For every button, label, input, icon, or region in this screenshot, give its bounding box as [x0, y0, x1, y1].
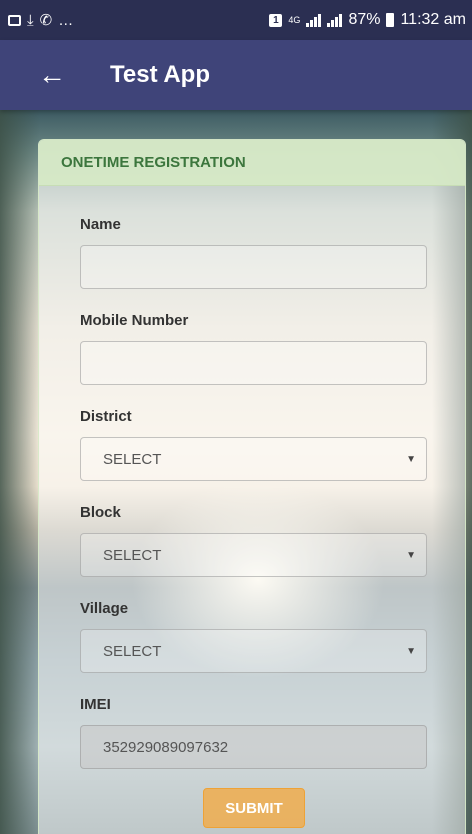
- app-screen: ⤓ ✆ … 1 4G 87% 11:32 am ← Test App ONETI…: [0, 0, 472, 834]
- mobile-input[interactable]: [80, 341, 427, 385]
- signal-icon: [306, 13, 322, 27]
- block-label: Block: [80, 504, 121, 521]
- app-bar: ← Test App: [0, 40, 472, 110]
- imei-label: IMEI: [80, 696, 111, 713]
- clock: 11:32 am: [400, 11, 466, 28]
- chevron-down-icon: ▼: [406, 453, 416, 465]
- submit-button[interactable]: SUBMIT: [203, 788, 305, 828]
- download-icon: ⤓: [27, 11, 34, 29]
- back-arrow-icon[interactable]: ←: [38, 61, 68, 89]
- block-select[interactable]: SELECT ▼: [80, 533, 427, 577]
- system-icons: 1 4G 87% 11:32 am: [269, 11, 466, 29]
- name-label: Name: [80, 216, 121, 233]
- image-icon: [8, 14, 21, 26]
- network-type: 4G: [288, 14, 301, 25]
- status-bar: ⤓ ✆ … 1 4G 87% 11:32 am: [0, 0, 472, 40]
- block-selected: SELECT: [103, 546, 162, 564]
- more-notifications-icon: …: [58, 11, 74, 29]
- card-header: ONETIME REGISTRATION: [39, 140, 465, 186]
- name-input[interactable]: [80, 245, 427, 289]
- registration-card: ONETIME REGISTRATION Name Mobile Number …: [38, 139, 466, 834]
- whatsapp-icon: ✆: [39, 11, 53, 29]
- village-label: Village: [80, 600, 129, 617]
- district-select[interactable]: SELECT ▼: [80, 437, 427, 481]
- village-selected: SELECT: [103, 642, 162, 660]
- district-label: District: [80, 408, 132, 425]
- sim-icon: 1: [269, 13, 283, 27]
- app-title: Test App: [110, 61, 210, 88]
- district-selected: SELECT: [103, 450, 162, 468]
- signal-icon-2: [327, 13, 343, 27]
- village-select[interactable]: SELECT ▼: [80, 629, 427, 673]
- mobile-label: Mobile Number: [80, 312, 189, 329]
- notification-icons: ⤓ ✆ …: [8, 13, 73, 28]
- chevron-down-icon: ▼: [406, 645, 416, 657]
- battery-percent: 87%: [348, 11, 381, 28]
- battery-icon: [386, 13, 395, 27]
- chevron-down-icon: ▼: [406, 549, 416, 561]
- imei-field: 352929089097632: [80, 725, 427, 769]
